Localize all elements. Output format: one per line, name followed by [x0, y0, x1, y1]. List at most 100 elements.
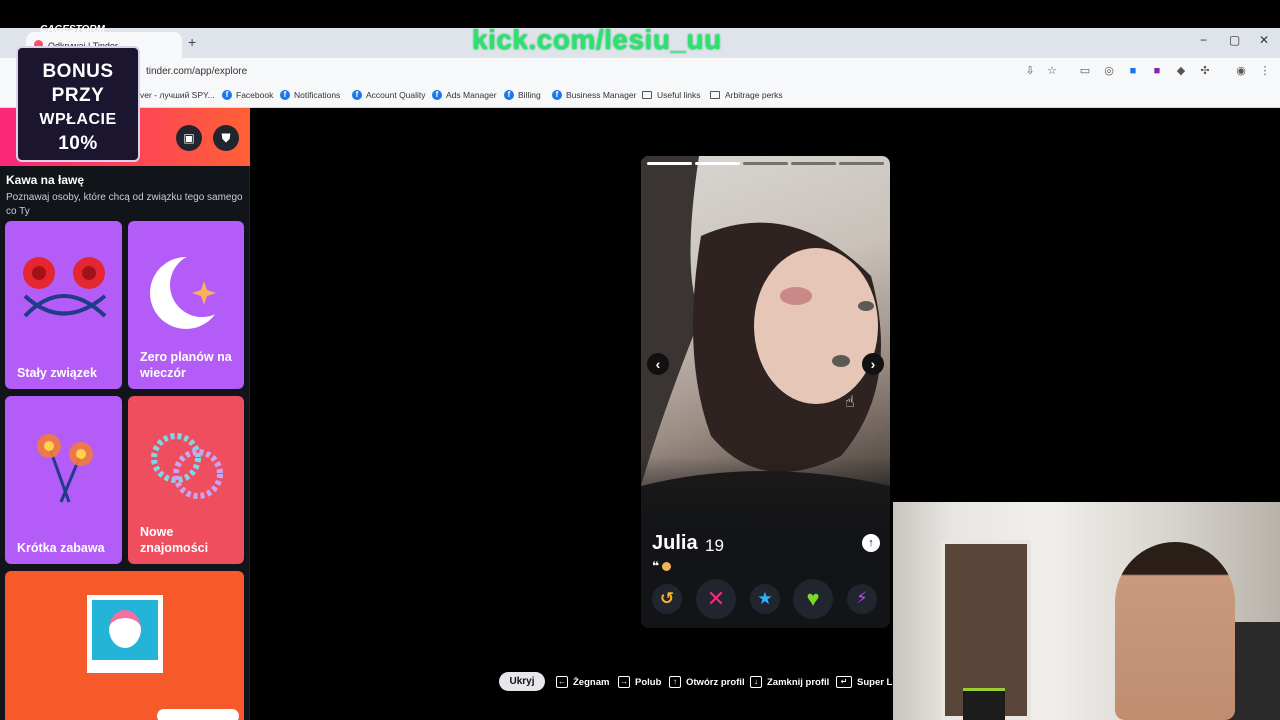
bookmark-label: ver - лучший SPY...	[140, 90, 215, 100]
bookmark-arbitrage-perks[interactable]: Arbitrage perks	[710, 90, 783, 100]
card-label: Zero planów na wieczór	[140, 350, 232, 380]
maximize-button[interactable]: ▢	[1229, 33, 1240, 47]
roses-icon	[23, 257, 107, 318]
bookmark-label: Business Manager	[566, 90, 637, 100]
card-label: Krótka zabawa	[17, 541, 105, 555]
bookmark-label: Facebook	[236, 90, 274, 100]
folder-icon	[642, 91, 652, 99]
hotkey-like: → Polub	[618, 676, 661, 688]
bookmark-useful-links[interactable]: Useful links	[642, 90, 700, 100]
bookmark-ads-manager[interactable]: f Ads Manager	[432, 90, 497, 100]
nope-button[interactable]: ✕	[696, 579, 736, 619]
right-arrow-key-icon: →	[618, 676, 630, 688]
hotkey-nope: ← Żegnam	[556, 676, 609, 688]
bookmark-label: Useful links	[657, 90, 701, 100]
facebook-icon: f	[504, 90, 514, 100]
screen: Odkrywaj | Tinder + − ▢ ✕ tinder.com/app…	[0, 0, 1280, 720]
hotkey-label: Polub	[635, 676, 662, 688]
stream-url-overlay: kick.com/lesiu_uu	[472, 24, 722, 55]
up-arrow-key-icon: ↑	[669, 676, 681, 688]
photo-progress-bars	[647, 162, 884, 165]
photo-bar	[839, 162, 884, 165]
new-tab-button[interactable]: +	[188, 34, 196, 50]
polaroid-photo	[92, 600, 158, 660]
bonus-line: 10%	[58, 133, 98, 154]
hotkey-label: Zamknij profil	[767, 676, 830, 688]
photo-bar	[791, 162, 836, 165]
prev-photo-button[interactable]: ‹	[647, 353, 669, 375]
bookmark-account-quality[interactable]: f Account Quality	[352, 90, 426, 100]
bookmark-facebook[interactable]: f Facebook	[222, 90, 273, 100]
bonus-line: PRZY	[51, 85, 105, 106]
profile-age: 19	[705, 536, 724, 555]
bookmark-spy[interactable]: ver - лучший SPY...	[140, 90, 215, 100]
section-title: Kawa na ławę	[6, 173, 85, 187]
close-window-button[interactable]: ✕	[1259, 33, 1269, 47]
facebook-icon: f	[552, 90, 562, 100]
polaroid-frame	[87, 595, 163, 673]
bookmark-billing[interactable]: f Billing	[504, 90, 541, 100]
like-button[interactable]: ♥	[793, 579, 833, 619]
hand-cursor-icon: ☝	[845, 394, 855, 411]
bookmark-label: Ads Manager	[446, 90, 497, 100]
profile-avatar-icon[interactable]: ◉	[1234, 64, 1248, 78]
webcam-overlay	[893, 502, 1280, 720]
card-polaroid[interactable]	[5, 571, 244, 720]
extension-shield-icon[interactable]: ◆	[1174, 64, 1188, 78]
bookmark-business-manager[interactable]: f Business Manager	[552, 90, 636, 100]
bonus-line: BONUS	[42, 61, 114, 82]
boost-button[interactable]: ⚡	[847, 584, 877, 614]
super-like-button[interactable]: ★	[750, 584, 780, 614]
rewind-button[interactable]: ↺	[652, 584, 682, 614]
folder-icon	[710, 91, 720, 99]
extension-icon[interactable]: ◎	[1102, 64, 1116, 78]
emoji-icon	[662, 562, 672, 572]
webcam-person	[1115, 542, 1235, 720]
card-krotka-zabawa[interactable]: Krótka zabawa	[5, 396, 122, 564]
address-bar-url[interactable]: tinder.com/app/explore	[146, 66, 247, 77]
card-label: Nowe znajomości	[140, 525, 209, 555]
facebook-icon: f	[222, 90, 232, 100]
card-nowe-znajomosci[interactable]: Nowe znajomości	[128, 396, 244, 564]
profile-bio: ❝	[652, 559, 672, 573]
photo-bar	[743, 162, 788, 165]
profile-name: Julia	[652, 532, 698, 554]
install-app-icon[interactable]: ⇩	[1023, 64, 1037, 78]
open-profile-button[interactable]: ↑	[862, 534, 880, 552]
bookmark-label: Arbitrage perks	[725, 90, 783, 100]
extension-blue-icon[interactable]: ■	[1126, 64, 1140, 78]
face-icon	[109, 610, 141, 648]
bonus-line: WPŁACIE	[39, 111, 117, 128]
webcam-can	[963, 688, 1005, 720]
extension-purple-icon[interactable]: ■	[1150, 64, 1164, 78]
facebook-icon: f	[352, 90, 362, 100]
quote-icon: ❝	[652, 559, 660, 573]
hotkey-super-like: ↵ Super Li	[836, 676, 895, 688]
sparklers-icon	[37, 434, 93, 503]
next-photo-button[interactable]: ›	[862, 353, 884, 375]
section-description: Poznawaj osoby, które chcą od związku te…	[6, 192, 243, 217]
hide-hotkeys-button[interactable]: Ukryj	[499, 672, 545, 691]
bookmark-label: Account Quality	[366, 90, 426, 100]
bonus-banner: BONUS PRZY WPŁACIE 10%	[16, 46, 140, 162]
hotkey-label: Super Li	[857, 676, 896, 688]
hotkey-open-profile: ↑ Otwórz profil	[669, 676, 745, 688]
shield-icon[interactable]: ⛊	[213, 125, 239, 151]
browser-menu-icon[interactable]: ⋮	[1258, 64, 1272, 78]
card-label: Stały związek	[17, 366, 97, 380]
briefcase-icon[interactable]: ▣	[176, 125, 202, 151]
card-zero-planow[interactable]: Zero planów na wieczór	[128, 221, 244, 389]
card-staly-zwiazek[interactable]: Stały związek	[5, 221, 122, 389]
facebook-icon: f	[280, 90, 290, 100]
hotkey-label: Żegnam	[573, 676, 610, 688]
bookmark-label: Notifications	[294, 90, 341, 100]
bookmark-notifications[interactable]: f Notifications	[280, 90, 340, 100]
left-arrow-key-icon: ←	[556, 676, 568, 688]
card-button[interactable]	[157, 709, 239, 720]
extensions-puzzle-icon[interactable]: ✣	[1198, 64, 1212, 78]
photo-bar	[695, 162, 740, 165]
camera-icon[interactable]: ▭	[1078, 64, 1092, 78]
minimize-button[interactable]: −	[1200, 33, 1207, 47]
bookmark-star-icon[interactable]: ☆	[1045, 64, 1059, 78]
hotkey-label: Otwórz profil	[686, 676, 745, 688]
